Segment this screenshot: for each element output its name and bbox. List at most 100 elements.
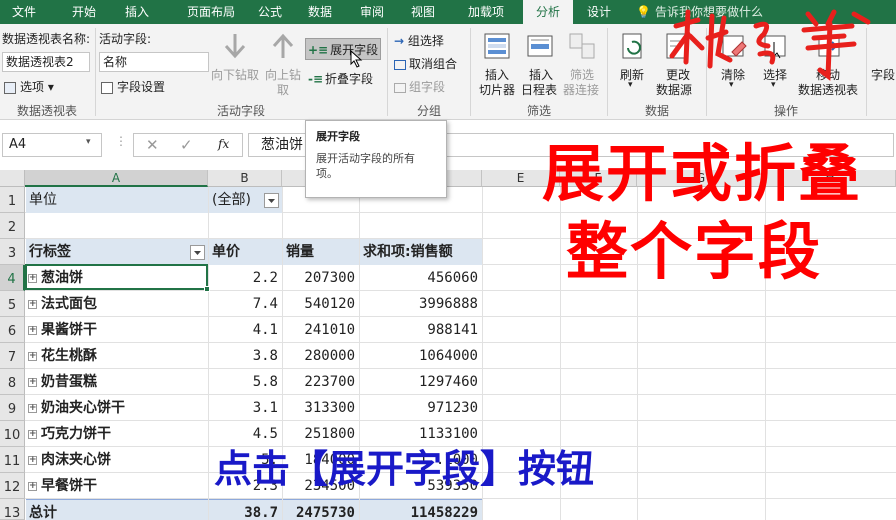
tab-design[interactable]: 设计 [577, 0, 621, 24]
tab-page-layout[interactable]: 页面布局 [170, 0, 252, 24]
fill-handle[interactable] [204, 286, 210, 292]
row-header[interactable]: 4 [0, 265, 25, 291]
group-field-button[interactable]: 组字段 [394, 78, 445, 95]
pivot-cell-price[interactable]: 4.1 [209, 317, 282, 343]
pivot-cell-sales[interactable]: 1064000 [360, 343, 482, 369]
row-header[interactable]: 2 [0, 213, 25, 239]
tab-addins[interactable]: 加载项 [456, 0, 516, 24]
pivot-cell-price[interactable]: 3.1 [209, 395, 282, 421]
pivot-name-label: 数据透视表名称: [2, 32, 91, 46]
expand-plus-icon[interactable]: + [28, 429, 37, 439]
pivot-cell-qty[interactable]: 241010 [283, 317, 359, 343]
cancel-icon[interactable]: ✕ [146, 136, 159, 154]
tab-home[interactable]: 开始 [60, 0, 108, 24]
arrow-right-icon: → [394, 34, 405, 48]
pivot-row-label[interactable]: + 肉沫夹心饼 [28, 447, 208, 473]
row-header[interactable]: 8 [0, 369, 25, 395]
pivot-row-label[interactable]: + 奶昔蛋糕 [28, 369, 208, 395]
active-field-input[interactable]: 名称 [99, 52, 209, 72]
pivot-row-label[interactable]: + 花生桃酥 [28, 343, 208, 369]
pivot-cell-qty[interactable]: 280000 [283, 343, 359, 369]
pivot-cell-price[interactable]: 5.8 [209, 369, 282, 395]
row-header[interactable]: 9 [0, 395, 25, 421]
refresh-dropdown-icon[interactable]: ▾ [628, 80, 633, 90]
tab-view[interactable]: 视图 [403, 0, 443, 24]
row-header[interactable]: 1 [0, 187, 25, 213]
pivot-cell-qty[interactable]: 540120 [283, 291, 359, 317]
pivot-total-price[interactable]: 38.7 [209, 499, 282, 520]
drill-down-button[interactable]: 向下钻取 [211, 66, 259, 83]
pivot-cell-price[interactable]: 3.8 [209, 343, 282, 369]
expand-plus-icon[interactable]: + [28, 351, 37, 361]
column-header-a[interactable]: A [25, 170, 208, 187]
pivot-header-sales: 求和项:销售额 [360, 239, 482, 265]
pivot-cell-qty[interactable]: 313300 [283, 395, 359, 421]
formula-bar-grip-icon: ⋮ [115, 134, 127, 148]
group-label-actions: 操作 [773, 104, 798, 118]
active-cell-selection [25, 264, 208, 290]
tab-review[interactable]: 审阅 [352, 0, 392, 24]
pivot-total-label[interactable]: 总计 [26, 499, 208, 520]
pivot-header-row-labels: 行标签 [26, 239, 208, 265]
filter-connections-icon [569, 33, 595, 59]
pivot-row-label[interactable]: + 奶油夹心饼干 [28, 395, 208, 421]
tab-insert[interactable]: 插入 [113, 0, 161, 24]
expand-field-button[interactable]: +≡ 展开字段 [308, 41, 378, 58]
name-box-dropdown-icon[interactable]: ▾ [86, 137, 91, 147]
pivot-cell-qty[interactable]: 223700 [283, 369, 359, 395]
row-labels-filter-button[interactable] [190, 245, 205, 260]
chevron-down-icon [268, 199, 275, 203]
row-header[interactable]: 6 [0, 317, 25, 343]
tab-formulas[interactable]: 公式 [250, 0, 290, 24]
group-label-pivottable: 数据透视表 [16, 104, 77, 118]
group-selection-button[interactable]: → 组选择 [394, 32, 444, 49]
pivot-cell-sales[interactable]: 988141 [360, 317, 482, 343]
row-header[interactable]: 3 [0, 239, 25, 265]
pivot-total-sales[interactable]: 11458229 [360, 499, 482, 520]
change-source-label2: 数据源 [656, 83, 693, 97]
expand-plus-icon[interactable]: + [28, 325, 37, 335]
tab-data[interactable]: 数据 [300, 0, 340, 24]
pivot-cell-sales[interactable]: 456060 [360, 265, 482, 291]
pivot-cell-sales[interactable]: 971230 [360, 395, 482, 421]
pivot-cell-price[interactable]: 2.2 [209, 265, 282, 291]
pivot-cell-sales[interactable]: 3996888 [360, 291, 482, 317]
select-all-corner[interactable] [0, 170, 25, 187]
tab-file[interactable]: 文件 [0, 0, 48, 24]
insert-slicer-label2: 切片器 [479, 83, 516, 97]
expand-plus-icon[interactable]: + [28, 377, 37, 387]
field-settings-icon [101, 81, 113, 94]
pivot-row-label[interactable]: + 果酱饼干 [28, 317, 208, 343]
active-field-label: 活动字段: [99, 32, 152, 46]
row-header[interactable]: 5 [0, 291, 25, 317]
row-header[interactable]: 7 [0, 343, 25, 369]
pivot-row-label[interactable]: + 早餐饼干 [28, 473, 208, 499]
expand-plus-icon[interactable]: + [28, 455, 37, 465]
row-header[interactable]: 12 [0, 473, 25, 499]
enter-icon[interactable]: ✓ [180, 136, 193, 154]
pivot-total-qty[interactable]: 2475730 [283, 499, 359, 520]
slicer-icon [484, 33, 510, 59]
expand-plus-icon[interactable]: + [28, 299, 37, 309]
pivot-row-label[interactable]: + 法式面包 [28, 291, 208, 317]
ungroup-button[interactable]: 取消组合 [394, 55, 457, 72]
collapse-field-button[interactable]: -≡ 折叠字段 [308, 70, 373, 87]
row-header[interactable]: 13 [0, 499, 25, 520]
pivot-name-input[interactable]: 数据透视表2 [2, 52, 90, 72]
column-header-b[interactable]: B [208, 170, 282, 187]
insert-function-icon[interactable]: fx [218, 137, 229, 151]
expand-plus-icon[interactable]: + [28, 481, 37, 491]
filter-connections-label2: 器连接 [563, 83, 600, 97]
filter-dropdown-button[interactable] [264, 193, 279, 208]
tab-analyze[interactable]: 分析 [523, 0, 573, 24]
expand-plus-icon[interactable]: + [28, 403, 37, 413]
row-header[interactable]: 10 [0, 421, 25, 447]
row-header[interactable]: 11 [0, 447, 25, 473]
pivot-cell-qty[interactable]: 207300 [283, 265, 359, 291]
pivot-row-label[interactable]: + 巧克力饼干 [28, 421, 208, 447]
options-button[interactable]: 选项 ▾ [4, 78, 54, 95]
pivot-cell-price[interactable]: 7.4 [209, 291, 282, 317]
pivot-cell-sales[interactable]: 1297460 [360, 369, 482, 395]
group-label-active-field: 活动字段 [216, 104, 265, 118]
field-settings-button[interactable]: 字段设置 [101, 78, 165, 95]
